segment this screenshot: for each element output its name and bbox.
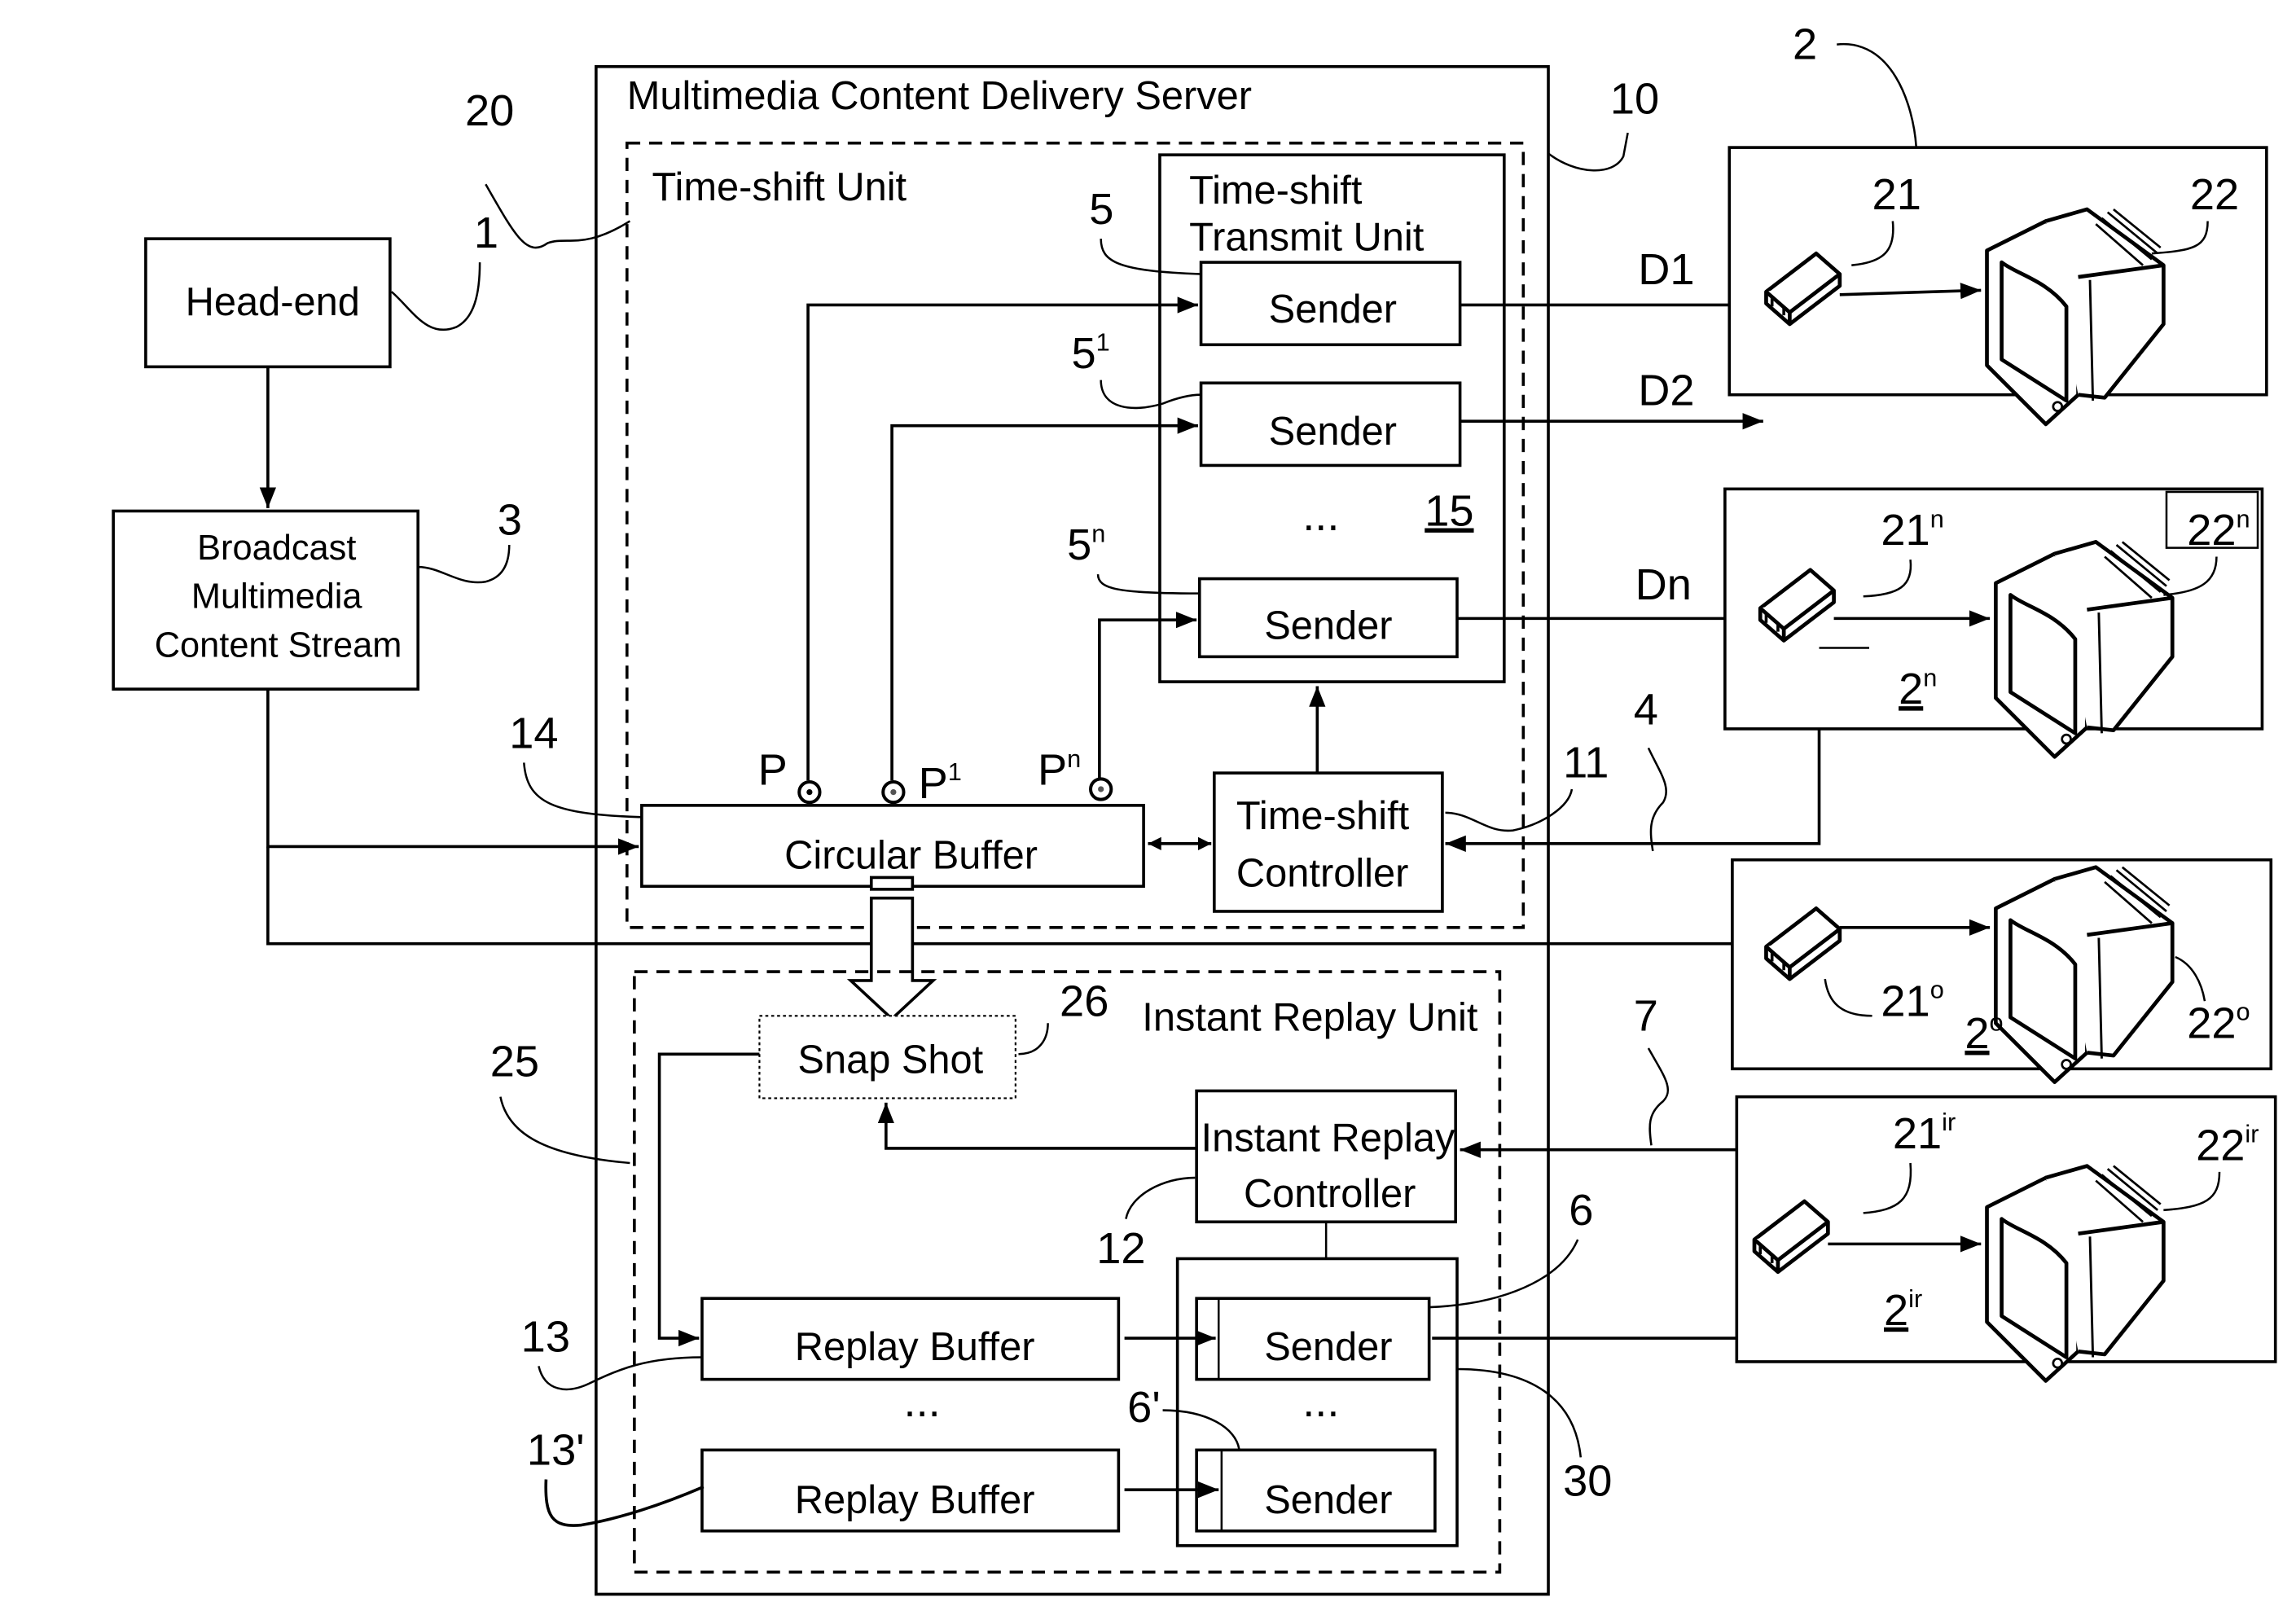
stream-to-buffer-line: [266, 689, 639, 855]
instant-replay-controller-line1: Instant Replay: [1201, 1117, 1455, 1161]
replay-buffer-ellipsis: ...: [904, 1377, 941, 1426]
replay-buffer-13: Replay Buffer: [700, 1297, 1121, 1381]
replay-sender-group-ref: 30: [1563, 1456, 1612, 1505]
instant-replay-unit-ref: 25: [490, 1037, 539, 1086]
instant-replay-controller-ref: 12: [1096, 1224, 1145, 1273]
transmit-unit-title-2: Transmit Unit: [1189, 216, 1425, 260]
instant-replay-controller-line2: Controller: [1244, 1172, 1416, 1216]
sender-label: Sender: [1264, 1325, 1392, 1369]
stream-line3: Content Stream: [155, 625, 402, 665]
replay-sender-6-prime-ref: 6': [1127, 1383, 1161, 1432]
replay-buffer-label: Replay Buffer: [795, 1478, 1035, 1522]
sender-5-n: Sender: [1197, 577, 1459, 659]
replay-sender-6-ref: 6: [1569, 1186, 1593, 1235]
replay-sender-ellipsis: ...: [1302, 1377, 1339, 1426]
sender-5-1: Sender: [1199, 381, 1462, 467]
sender-label: Sender: [1264, 604, 1392, 648]
snapshot-ref: 26: [1060, 977, 1108, 1025]
client-2ir: [1735, 1095, 2277, 1381]
sender-5-ref: 5: [1089, 185, 1113, 234]
patent-diagram: Multimedia Content Delivery Server 10 Ti…: [112, 20, 2277, 1596]
replay-buffer-label: Replay Buffer: [795, 1325, 1035, 1369]
stream-leader: [418, 545, 511, 584]
stream-ref: 3: [498, 495, 522, 544]
client-2-ref: 2: [1793, 20, 1817, 69]
pointer-p-label: P: [758, 746, 788, 795]
replay-sender-6-prime: Sender: [1195, 1448, 1437, 1533]
replay-request-leader: [1647, 1047, 1669, 1146]
head-end-label: Head-end: [186, 280, 360, 324]
server-title: Multimedia Content Delivery Server: [627, 74, 1252, 118]
head-end-ref: 1: [474, 208, 498, 257]
client-2n: [1723, 487, 2264, 757]
time-shift-controller-ref: 11: [1563, 739, 1609, 788]
replay-buffer-13-prime: Replay Buffer: [700, 1448, 1121, 1533]
sender-label: Sender: [1269, 410, 1397, 454]
transmit-unit-title-1: Time-shift: [1189, 169, 1363, 213]
stream-line1: Broadcast: [197, 529, 356, 568]
client-2o: [1731, 858, 2273, 1082]
transmit-unit-ref: 15: [1425, 487, 1473, 536]
time-shift-controller-line1: Time-shift: [1236, 794, 1410, 838]
sender-label: Sender: [1269, 287, 1397, 331]
time-shift-controller-line2: Controller: [1236, 851, 1408, 895]
head-end-leader: [390, 262, 481, 331]
time-shift-unit-ref: 20: [465, 86, 514, 135]
sender-5: Sender: [1199, 261, 1462, 347]
output-dn-label: Dn: [1635, 560, 1692, 609]
output-d2-label: D2: [1638, 366, 1694, 415]
circular-buffer-label: Circular Buffer: [784, 834, 1038, 878]
output-d1-label: D1: [1638, 245, 1694, 294]
time-shift-unit-title: Time-shift Unit: [652, 165, 907, 209]
tv-22-ref: 22: [2190, 170, 2239, 219]
client-2-leader: [1837, 43, 1918, 148]
replay-request-ref: 7: [1634, 991, 1658, 1040]
circular-buffer-ref: 14: [509, 709, 558, 757]
client-2: [1727, 146, 2268, 424]
transmit-ellipsis: ...: [1302, 491, 1339, 540]
sender-label: Sender: [1264, 1478, 1392, 1522]
stb-21-ref: 21: [1872, 170, 1921, 219]
server-ref-leader: [1547, 132, 1629, 172]
time-shift-request-leader: [1647, 747, 1667, 852]
replay-buffer-13-prime-ref: 13': [527, 1425, 585, 1474]
replay-buffer-13-ref: 13: [521, 1312, 570, 1361]
replay-sender-6: Sender: [1195, 1297, 1431, 1381]
stream-line2: Multimedia: [191, 577, 363, 617]
time-shift-request-ref: 4: [1634, 685, 1658, 734]
instant-replay-unit-title: Instant Replay Unit: [1142, 995, 1478, 1039]
snapshot-label: Snap Shot: [797, 1038, 983, 1082]
server-ref: 10: [1610, 75, 1659, 124]
